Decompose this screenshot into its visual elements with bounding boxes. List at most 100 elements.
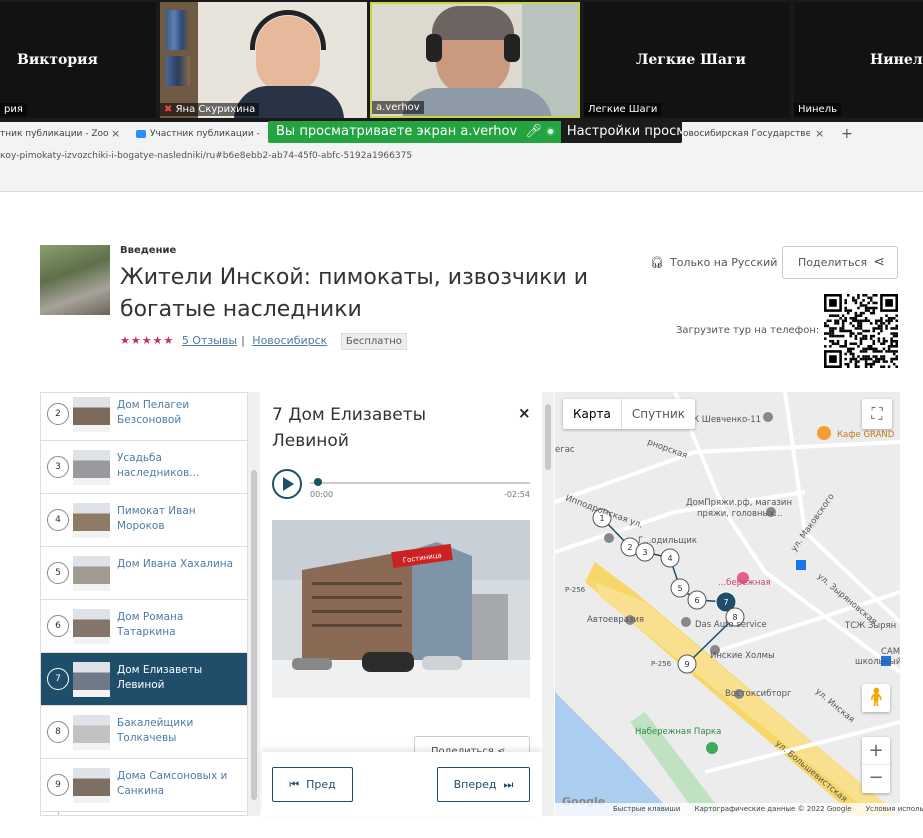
- tour-title: Жители Инской: пимокаты, извозчики и бог…: [120, 265, 589, 322]
- participant-name: Легкие Шаги: [636, 52, 746, 68]
- qr-code[interactable]: [824, 294, 898, 368]
- stop-number: 5: [47, 562, 69, 584]
- tour-meta: ★★★★★ 5 Отзывы | Новосибирск Бесплатно: [120, 333, 407, 350]
- participant-label: рия: [0, 103, 27, 116]
- audio-progress-bar[interactable]: [310, 482, 530, 484]
- stop-list-item[interactable]: 6 Дом Романа Татаркина: [41, 600, 247, 653]
- stop-number: 4: [47, 509, 69, 531]
- mic-muted-icon: ✖: [164, 104, 173, 115]
- stop-label: Дом Ивана Хахалина: [117, 558, 234, 570]
- download-label: Загрузите тур на телефон:: [676, 325, 820, 336]
- new-tab-button[interactable]: +: [841, 125, 853, 143]
- transit-icon[interactable]: [796, 560, 806, 570]
- zoom-control: + −: [862, 737, 890, 793]
- stop-number: 8: [47, 721, 69, 743]
- stop-label: Дом Пелагеи Безсоновой: [117, 399, 190, 426]
- stop-label: Дом Елизаветы Левиной: [117, 664, 203, 691]
- map-view[interactable]: 123456789 К Шевченко-11 Кафе GRAND рнорска…: [555, 392, 900, 816]
- tab-close-icon[interactable]: ×: [815, 125, 824, 143]
- detail-scroll-thumb[interactable]: [545, 404, 551, 470]
- stop-thumbnail: [73, 397, 110, 432]
- stop-list-item[interactable]: 7 Дом Елизаветы Левиной: [41, 653, 247, 706]
- stop-thumbnail: [73, 715, 110, 750]
- zoom-video-strip: Виктория рия ✖ Яна Скурихина a.verhov Ле…: [0, 0, 923, 122]
- next-button[interactable]: Вперед ⏭︎: [437, 767, 530, 802]
- stop-list-item[interactable]: 9 Дома Самсоновых и Санкина: [41, 759, 247, 812]
- participant-tile-legkie-shagi[interactable]: Легкие Шаги Легкие Шаги: [584, 2, 790, 118]
- stop-thumbnail: [73, 609, 110, 644]
- stop-list-item[interactable]: 4 Пимокат Иван Мороков: [41, 494, 247, 547]
- browser-tab-zoom-2[interactable]: Участник публикации - Zoom: [136, 125, 262, 143]
- participant-name: Нинель: [870, 52, 923, 68]
- map-label-cam2: школьный мар: [855, 657, 900, 667]
- street-view-pegman-icon[interactable]: 🧍︎: [862, 684, 890, 712]
- stop-label: Пимокат Иван Мороков: [117, 505, 196, 532]
- map-label-dompryazhi2: пряжи, головных...: [697, 509, 782, 519]
- city-link[interactable]: Новосибирск: [252, 334, 327, 347]
- browser-tab-novosibirsk[interactable]: овосибирская Государственн: [683, 125, 810, 143]
- tour-thumbnail: [40, 245, 110, 315]
- stop-label: Бакалейщики Толкачевы: [117, 717, 194, 744]
- map-label-nabpark: Набережная Парка: [635, 727, 721, 737]
- map-label-r256a: Р-256: [565, 586, 586, 594]
- participant-tile-averhov[interactable]: a.verhov: [370, 2, 580, 118]
- cafe-icon[interactable]: [817, 426, 831, 440]
- map-type-control: Карта Спутник: [563, 399, 696, 429]
- rating-stars: ★★★★★: [120, 334, 175, 347]
- headphones-icon: 🎧︎: [650, 256, 664, 269]
- zoom-icon: [136, 129, 146, 138]
- time-elapsed: 00:00: [310, 490, 334, 499]
- stop-list-item[interactable]: 2 Дом Пелагеи Безсоновой: [41, 393, 247, 441]
- map-type-map-button[interactable]: Карта: [563, 399, 621, 429]
- participant-tile-viktoria[interactable]: Виктория рия: [0, 2, 156, 118]
- participant-tile-ninel[interactable]: Нинель Нинель: [794, 2, 923, 118]
- map-canvas[interactable]: 123456 789 К Шевченко-11Кафе GRANDрнорска…: [555, 392, 900, 816]
- play-button[interactable]: [272, 469, 302, 499]
- zoom-out-button[interactable]: −: [862, 765, 890, 793]
- stop-list-item[interactable]: 8 Бакалейщики Толкачевы: [41, 706, 247, 759]
- close-icon[interactable]: ×: [518, 404, 531, 422]
- route-pin-number: 7: [723, 598, 728, 607]
- stop-thumbnail: [73, 450, 110, 485]
- map-label-r256b: Р-256: [651, 660, 672, 668]
- map-label-dompryazhi1: ДомПряжи.рф, магазин: [686, 498, 792, 508]
- headset-icon: [426, 34, 442, 62]
- terms-link[interactable]: Условия использования: [866, 805, 923, 813]
- prev-button[interactable]: ⏮︎ Пред: [272, 767, 353, 802]
- browser-tab-zoom-1[interactable]: тник публикации - Zoom: [0, 125, 108, 143]
- park-icon[interactable]: [706, 742, 718, 754]
- address-bar-url[interactable]: коу-pimokaty-izvozchiki-i-bogatye-nasled…: [0, 151, 412, 161]
- stop-number: 3: [47, 456, 69, 478]
- share-button[interactable]: Поделиться ⋖: [782, 246, 898, 279]
- keyboard-shortcuts-link[interactable]: Быстрые клавиши: [613, 805, 680, 813]
- map-label-inskie: Инские Холмы: [710, 651, 775, 661]
- stop-thumbnail: [73, 768, 110, 803]
- stop-list-item[interactable]: 3 Усадьба наследников...: [41, 441, 247, 494]
- view-settings-button[interactable]: Настройки просмотра: [560, 121, 682, 143]
- map-type-satellite-button[interactable]: Спутник: [620, 399, 695, 429]
- poi-icon[interactable]: [681, 617, 691, 627]
- participant-label: Нинель: [794, 103, 841, 116]
- poi-icon[interactable]: [763, 412, 773, 422]
- route-pin-number: 6: [694, 596, 699, 605]
- stop-title: 7 Дом Елизаветы Левиной: [272, 405, 427, 451]
- participant-tile-yana[interactable]: ✖ Яна Скурихина: [160, 2, 367, 118]
- fullscreen-button[interactable]: ⛶: [862, 399, 892, 429]
- stop-label: Дом Романа Татаркина: [117, 611, 184, 638]
- stop-photo[interactable]: Гостиница: [272, 520, 530, 698]
- stop-number: 9: [47, 774, 69, 796]
- route-pin-number: 3: [642, 548, 647, 557]
- tab-close-icon[interactable]: ×: [111, 125, 120, 143]
- participant-label: a.verhov: [372, 101, 424, 114]
- poi-icon[interactable]: [604, 533, 614, 543]
- stop-thumbnail: [73, 662, 110, 697]
- zoom-in-button[interactable]: +: [862, 737, 890, 765]
- mic-icon: 🎤︎: [525, 124, 542, 139]
- time-remaining: -02:54: [504, 490, 530, 499]
- map-label-avtoevrazia: Автоевразия: [587, 615, 644, 625]
- stop-thumbnail: [73, 556, 110, 591]
- stop-list-scroll-thumb[interactable]: [251, 470, 257, 800]
- reviews-link[interactable]: 5 Отзывы: [182, 334, 237, 347]
- stop-list-item[interactable]: 5 Дом Ивана Хахалина: [41, 547, 247, 600]
- stop-list: 2 Дом Пелагеи Безсоновой 3 Усадьба наследни…: [40, 392, 248, 816]
